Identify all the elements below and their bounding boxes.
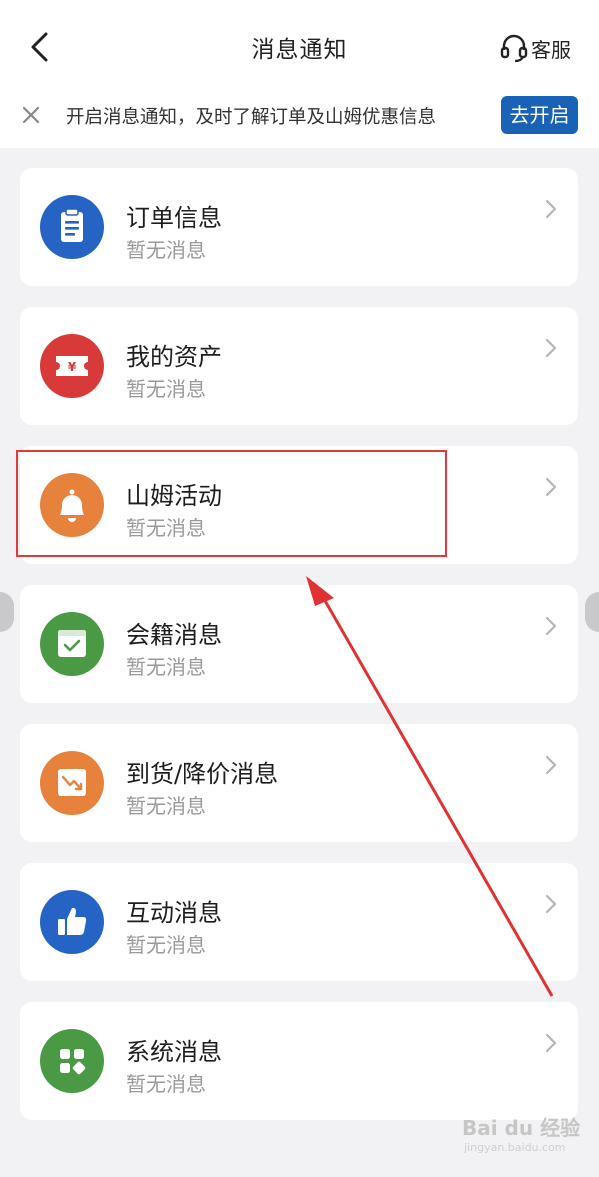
red-arrow-annotation <box>306 576 554 997</box>
watermark-sub: jingyan.baidu.com <box>464 1141 566 1154</box>
baidu-jingyan-watermark: Bai du 经验 jingyan.baidu.com <box>462 1112 580 1154</box>
watermark-main: Bai du 经验 <box>462 1116 581 1140</box>
